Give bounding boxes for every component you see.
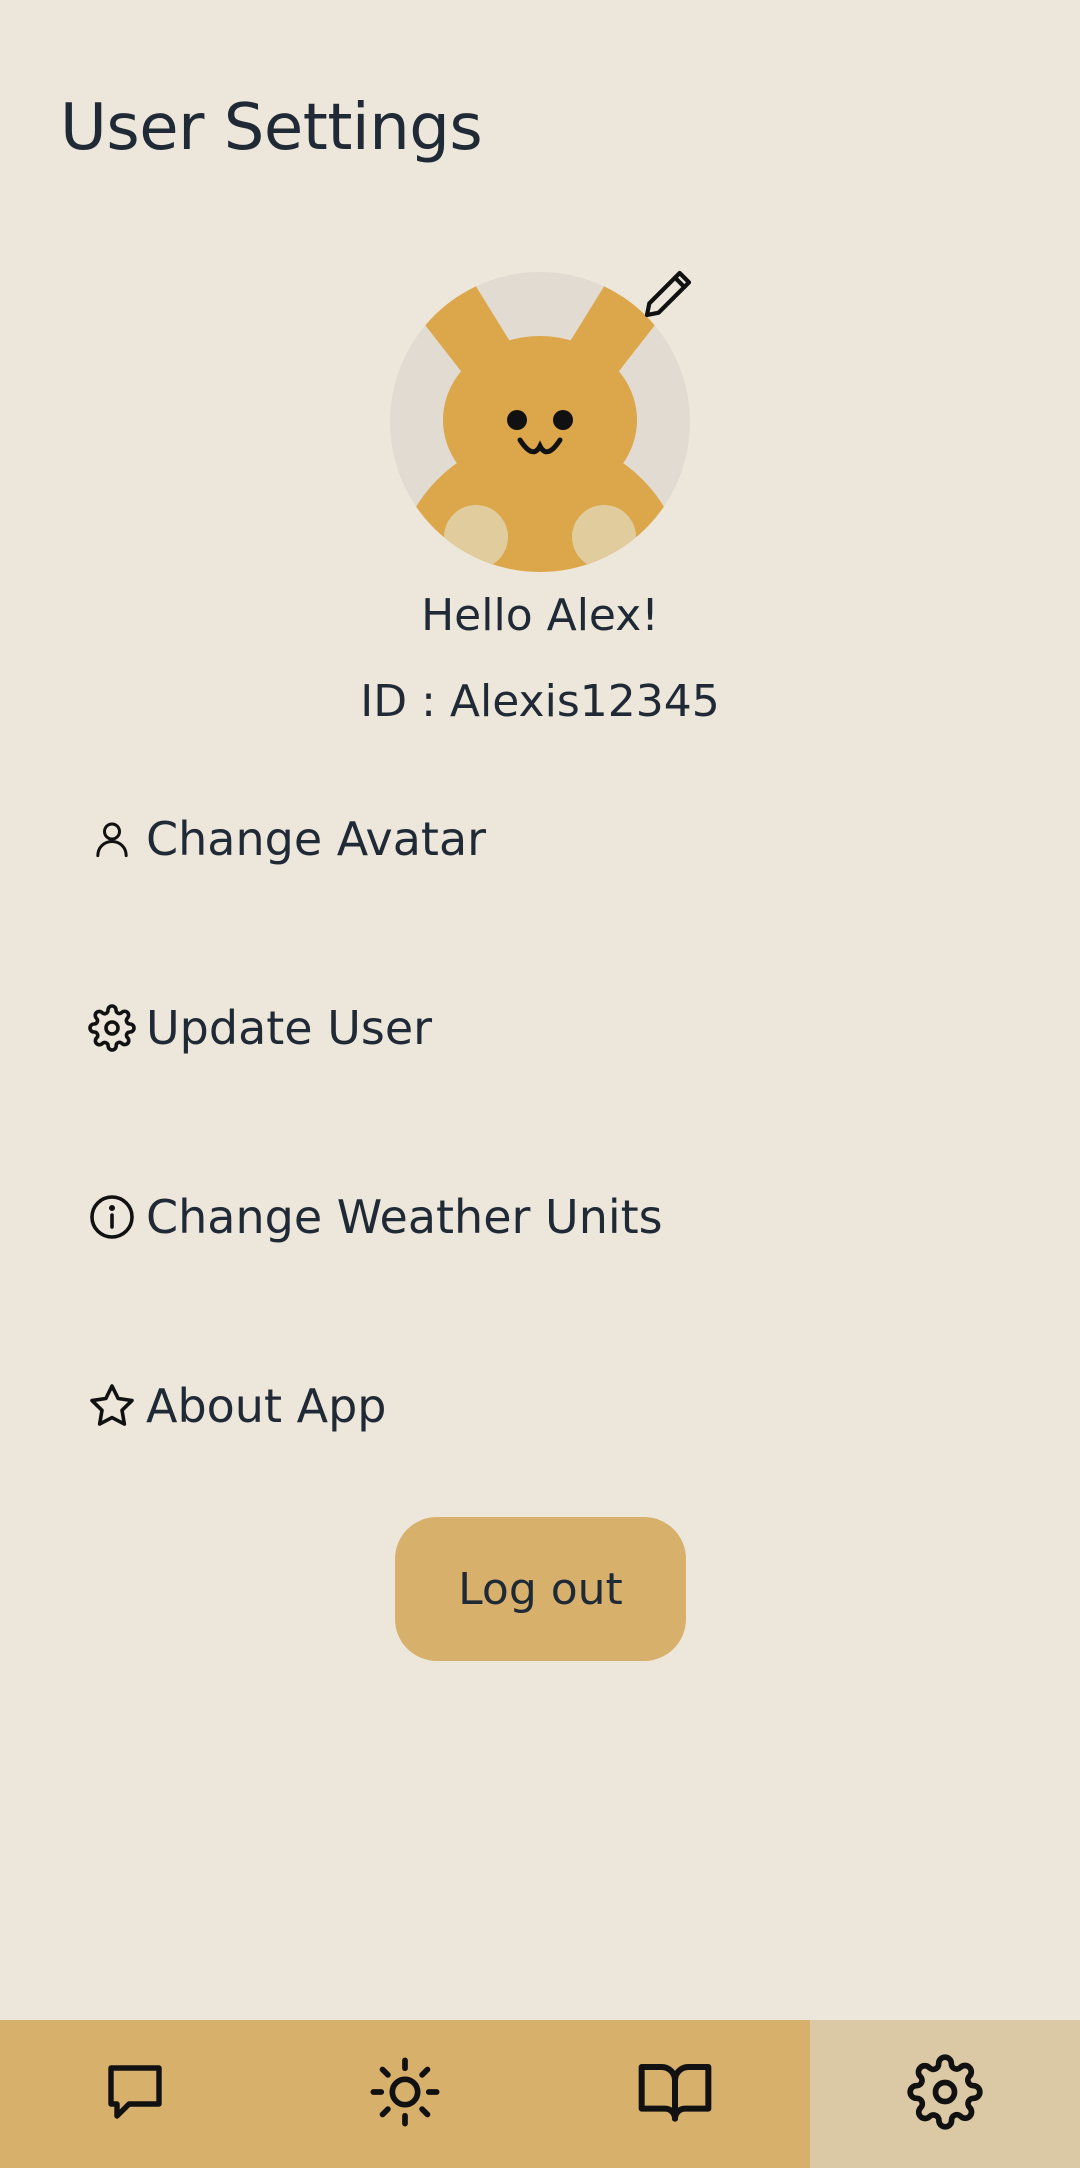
change-avatar-item[interactable]: Change Avatar xyxy=(88,801,486,877)
user-id-text: ID : Alexis12345 xyxy=(360,676,720,727)
greeting-text: Hello Alex! xyxy=(421,590,659,641)
star-icon xyxy=(88,1382,136,1430)
settings-gear-icon xyxy=(907,2054,983,2134)
change-weather-units-item[interactable]: Change Weather Units xyxy=(88,1179,663,1255)
change-weather-units-label: Change Weather Units xyxy=(146,1190,663,1244)
sun-icon xyxy=(367,2054,443,2134)
nav-weather[interactable] xyxy=(270,2020,540,2168)
logout-button[interactable]: Log out xyxy=(395,1517,686,1661)
info-icon xyxy=(88,1193,136,1241)
bottom-nav xyxy=(0,2020,1080,2168)
book-icon xyxy=(635,2052,715,2136)
about-app-label: About App xyxy=(146,1379,387,1433)
pencil-icon[interactable] xyxy=(640,266,696,322)
nav-journal[interactable] xyxy=(540,2020,810,2168)
change-avatar-label: Change Avatar xyxy=(146,812,487,866)
update-user-item[interactable]: Update User xyxy=(88,990,432,1066)
user-icon xyxy=(88,815,136,863)
page-title: User Settings xyxy=(60,91,483,165)
update-user-label: Update User xyxy=(146,1001,433,1055)
about-app-item[interactable]: About App xyxy=(88,1368,387,1444)
chat-icon xyxy=(99,2056,171,2132)
gear-icon xyxy=(88,1004,136,1052)
nav-chat[interactable] xyxy=(0,2020,270,2168)
nav-settings[interactable] xyxy=(810,2020,1080,2168)
